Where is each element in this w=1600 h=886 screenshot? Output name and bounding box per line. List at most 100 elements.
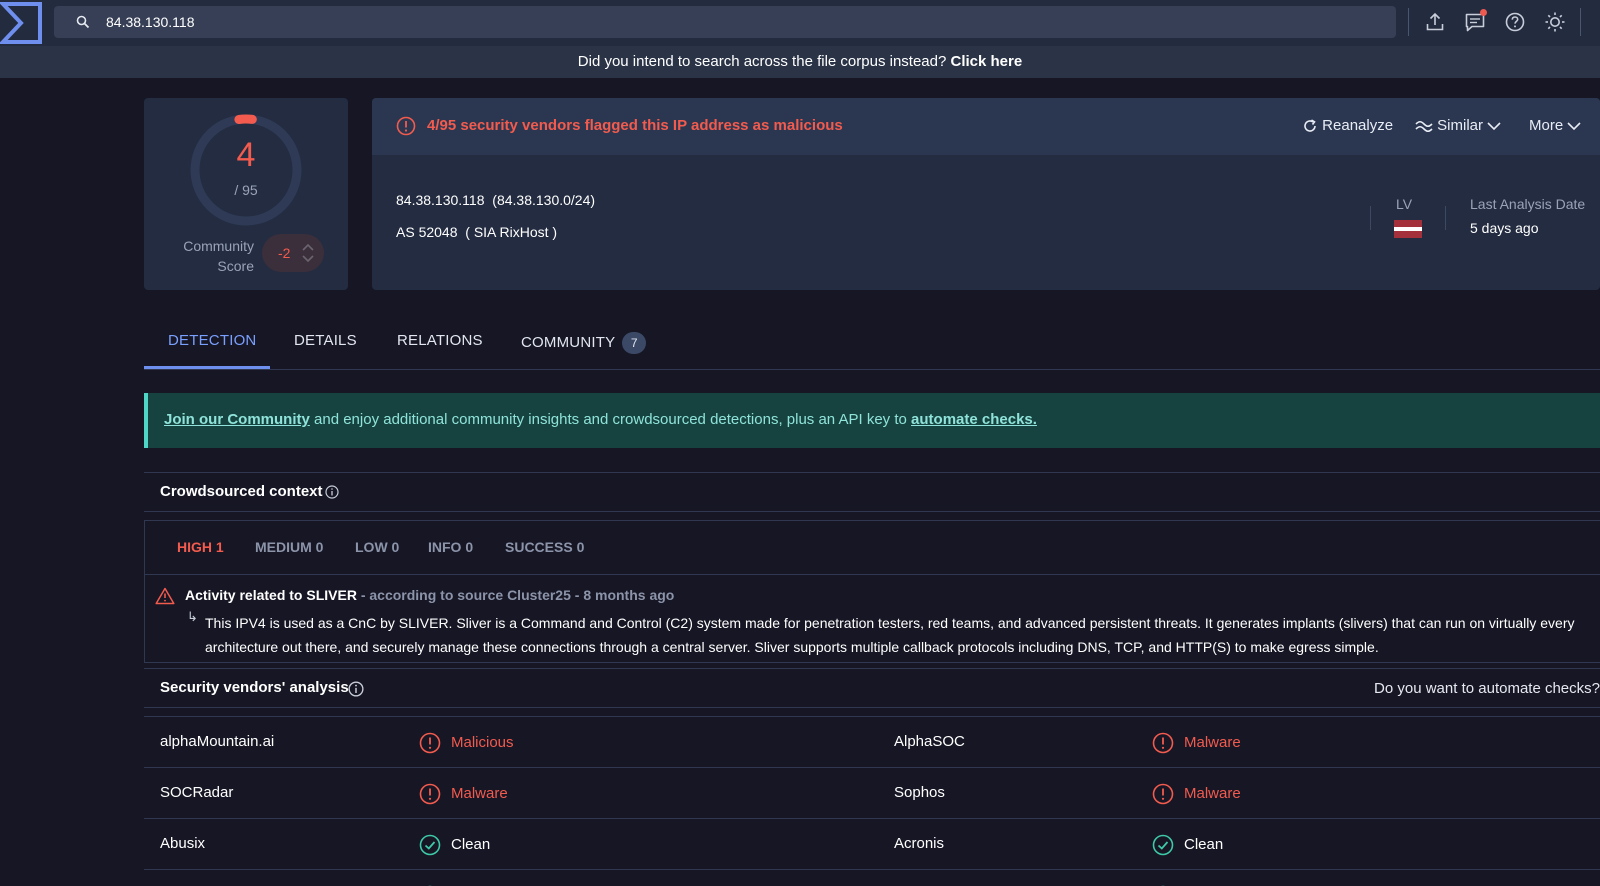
- malicious-alert-icon: [419, 783, 441, 805]
- crowdsourced-entry-description: This IPV4 is used as a CnC by SLIVER. Sl…: [205, 615, 1575, 655]
- vendor-name: Acronis: [894, 835, 945, 852]
- table-row: alphaMountain.ai Malicious AlphaSOC Malw…: [144, 716, 1600, 767]
- malicious-alert-icon: [1152, 732, 1174, 754]
- vendor-name: Abusix: [160, 835, 206, 852]
- chevron-down-icon: [1567, 122, 1581, 131]
- community-score-pill[interactable]: -2: [262, 234, 324, 272]
- community-count-badge: 7: [622, 332, 647, 354]
- security-vendors-header: Security vendors' analysis Do you want t…: [144, 668, 1600, 708]
- table-row: SOCRadar Malware Sophos Malware: [144, 767, 1600, 818]
- virustotal-logo-icon[interactable]: [0, 2, 44, 44]
- crowdsourced-context-title: Crowdsourced context: [160, 483, 323, 500]
- similar-icon: [1415, 120, 1433, 133]
- detection-count: 4: [236, 136, 256, 174]
- as-owner: ( SIA RixHost ): [465, 224, 558, 240]
- vendor-result: Clean: [419, 834, 490, 856]
- alert-circle-icon: [396, 116, 416, 136]
- warning-triangle-icon: [155, 587, 175, 605]
- entry-title: Activity related to SLIVER: [185, 587, 357, 603]
- autonomous-system-line: AS 52048 ( SIA RixHost ): [396, 224, 557, 240]
- detection-alert-header: 4/95 security vendors flagged this IP ad…: [372, 98, 1600, 155]
- severity-medium-tab[interactable]: MEDIUM 0: [255, 539, 323, 555]
- toolbar-divider: [1580, 8, 1581, 36]
- ip-address-line: 84.38.130.118 (84.38.130.0/24): [396, 192, 595, 208]
- crowdsourced-entry-title: Activity related to SLIVER - according t…: [185, 587, 674, 603]
- upload-icon[interactable]: [1424, 11, 1446, 33]
- more-dropdown[interactable]: More: [1529, 116, 1581, 136]
- reanalyze-button[interactable]: Reanalyze: [1302, 116, 1393, 136]
- toolbar-divider: [1408, 8, 1409, 36]
- vendor-result: Malware: [1152, 783, 1241, 805]
- vendor-result-label: Clean: [451, 836, 491, 853]
- automate-checks-link[interactable]: automate checks.: [911, 411, 1037, 428]
- severity-high-tab[interactable]: HIGH 1: [177, 539, 224, 555]
- callout-text: Join our Community and enjoy additional …: [164, 411, 1037, 428]
- severity-low-tab[interactable]: LOW 0: [355, 539, 399, 555]
- vendor-result: Clean: [1152, 834, 1223, 856]
- malicious-alert-icon: [1152, 783, 1174, 805]
- refresh-icon: [1304, 119, 1316, 132]
- tab-details[interactable]: DETAILS: [294, 332, 357, 349]
- entry-source-meta: - according to source Cluster25 - 8 mont…: [356, 587, 675, 603]
- severity-success-tab[interactable]: SUCCESS 0: [505, 539, 584, 555]
- info-icon[interactable]: [348, 681, 364, 697]
- search-input[interactable]: [106, 6, 1366, 38]
- vendor-result-label: Malware: [1184, 785, 1241, 802]
- vendor-name: SOCRadar: [160, 784, 234, 801]
- theme-toggle-icon[interactable]: [1544, 11, 1566, 33]
- vendor-result-label: Malware: [1184, 734, 1241, 751]
- last-analysis-value: 5 days ago: [1470, 220, 1539, 236]
- banner-click-here-link[interactable]: Click here: [951, 53, 1023, 70]
- security-vendors-title: Security vendors' analysis: [160, 679, 349, 696]
- more-label: More: [1529, 117, 1564, 134]
- report-tabs: DETECTION DETAILS RELATIONS COMMUNITY 7: [144, 318, 1600, 370]
- community-callout: Join our Community and enjoy additional …: [144, 393, 1600, 448]
- info-divider: [1370, 206, 1371, 230]
- latvia-flag-icon: [1394, 220, 1422, 238]
- crowdsourced-context-header: Crowdsourced context: [144, 472, 1600, 512]
- top-bar: [0, 0, 1600, 46]
- crowdsourced-context-panel: HIGH 1 MEDIUM 0 LOW 0 INFO 0 SUCCESS 0 A…: [144, 520, 1600, 663]
- severity-filter-tabs: HIGH 1 MEDIUM 0 LOW 0 INFO 0 SUCCESS 0: [145, 521, 1600, 575]
- ip-info-card: 4/95 security vendors flagged this IP ad…: [372, 98, 1600, 290]
- info-divider: [1445, 206, 1446, 230]
- vote-arrows-icon[interactable]: [302, 242, 314, 264]
- search-bar: [54, 6, 1396, 38]
- automate-checks-prompt[interactable]: Do you want to automate checks?: [1374, 680, 1600, 697]
- tab-community-label: COMMUNITY: [521, 333, 616, 351]
- severity-info-tab[interactable]: INFO 0: [428, 539, 473, 555]
- vendor-name: AlphaSOC: [894, 733, 965, 750]
- detection-alert-text: 4/95 security vendors flagged this IP ad…: [427, 117, 843, 134]
- country-code: LV: [1396, 196, 1413, 212]
- search-icon: [76, 15, 90, 29]
- tab-detection[interactable]: DETECTION: [168, 332, 256, 349]
- active-tab-indicator: [144, 366, 270, 369]
- clean-check-icon: [1152, 834, 1174, 856]
- vendor-result-label: Malicious: [451, 734, 514, 751]
- help-icon[interactable]: [1504, 11, 1526, 33]
- vendor-result: Malware: [1152, 732, 1241, 754]
- table-row: [144, 869, 1600, 886]
- chevron-down-icon: [1487, 122, 1501, 131]
- reanalyze-label: Reanalyze: [1322, 117, 1394, 134]
- tab-relations[interactable]: RELATIONS: [397, 332, 483, 349]
- banner-text: Did you intend to search across the file…: [577, 53, 947, 70]
- vendor-result: Malicious: [419, 732, 514, 754]
- vendor-result-label: Clean: [1184, 836, 1224, 853]
- malicious-alert-icon: [419, 732, 441, 754]
- vendor-result: Malware: [419, 783, 508, 805]
- join-community-link[interactable]: Join our Community: [164, 411, 310, 428]
- detection-total: / 95: [234, 182, 258, 198]
- last-analysis-label: Last Analysis Date: [1470, 196, 1586, 212]
- vendor-result-label: Malware: [451, 785, 508, 802]
- tab-community[interactable]: COMMUNITY 7: [521, 332, 647, 354]
- info-icon[interactable]: [325, 485, 339, 499]
- notification-dot: [1480, 9, 1487, 16]
- vendor-name: Sophos: [894, 784, 945, 801]
- similar-label: Similar: [1437, 117, 1484, 134]
- similar-dropdown[interactable]: Similar: [1415, 116, 1501, 136]
- detection-score-card: 4 / 95 Community Score -2: [144, 98, 348, 290]
- vendor-name: alphaMountain.ai: [160, 733, 275, 750]
- table-row: Abusix Clean Acronis Clean: [144, 818, 1600, 869]
- clean-check-icon: [419, 834, 441, 856]
